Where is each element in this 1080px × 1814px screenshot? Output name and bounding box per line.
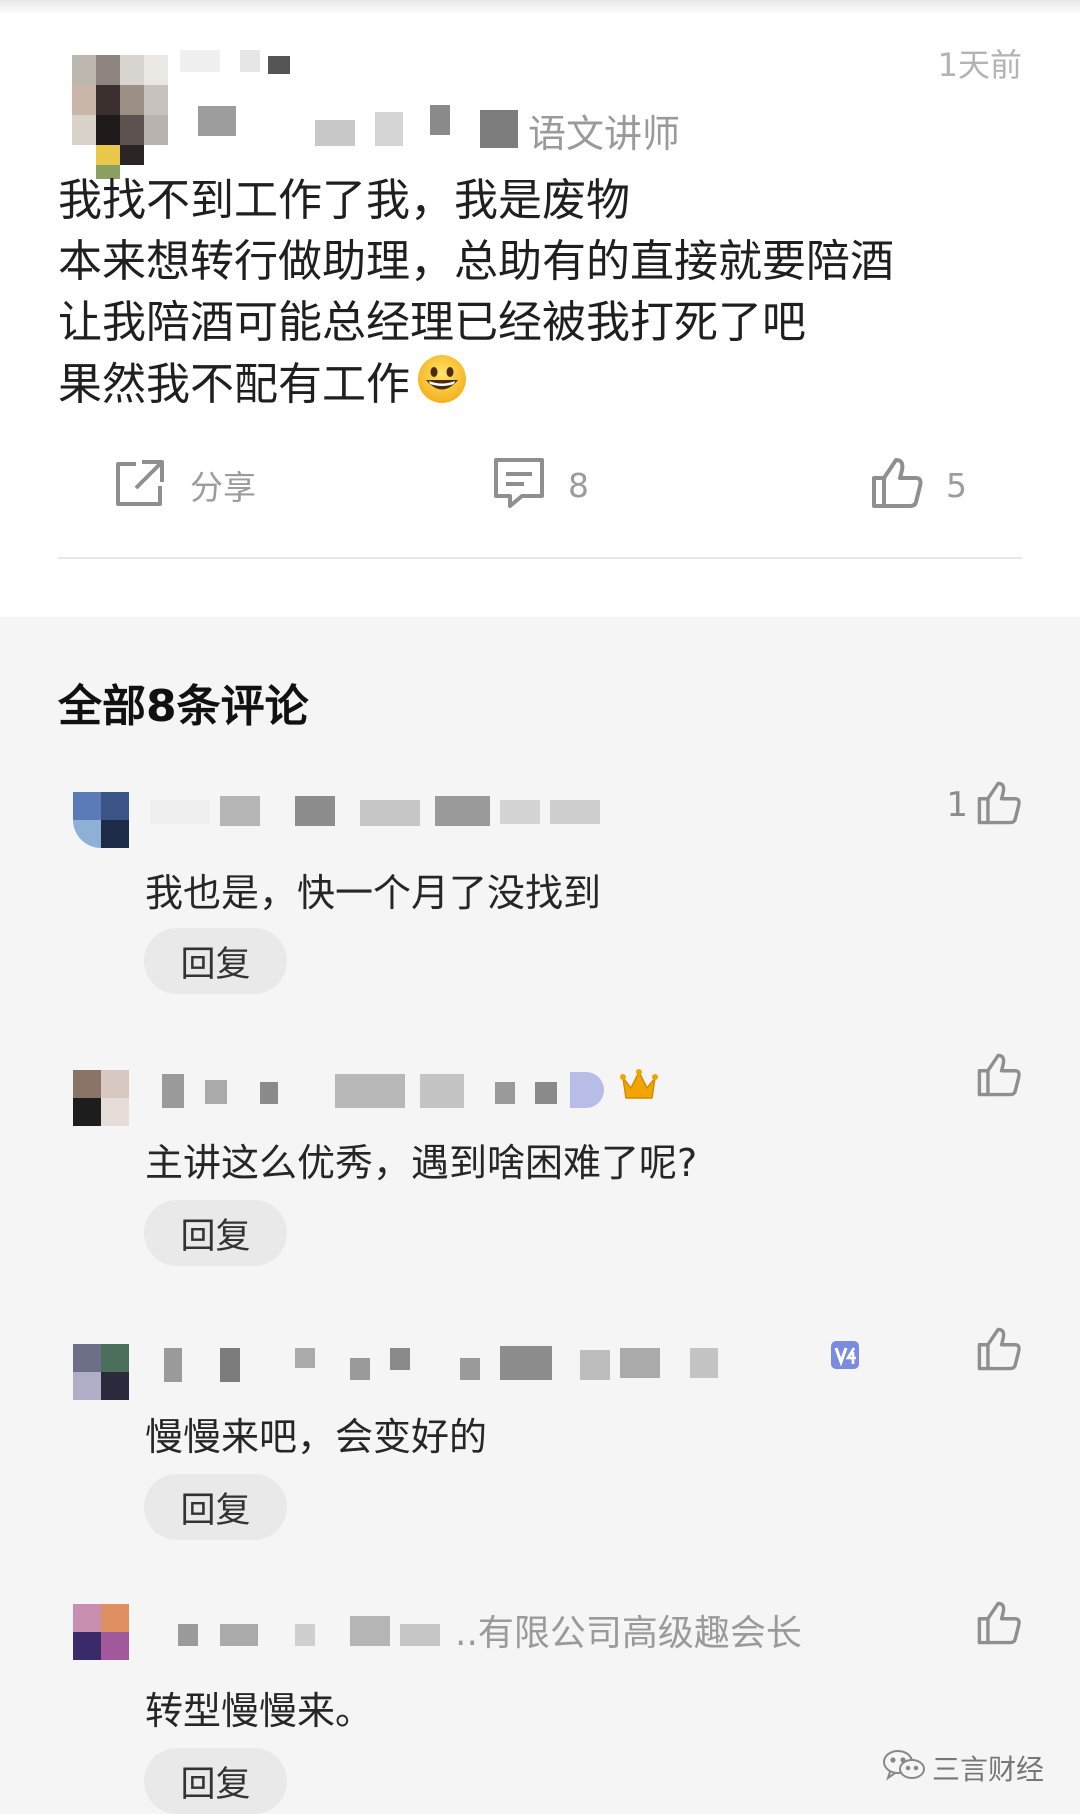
author-avatar[interactable] (72, 55, 168, 179)
comment-avatar-4[interactable] (73, 1604, 129, 1660)
watermark: 三言财经 (882, 1748, 1044, 1788)
comment-author-blurred-4[interactable] (150, 1610, 460, 1650)
thumbs-up-icon (976, 1326, 1022, 1376)
thumbs-up-icon (976, 780, 1022, 830)
comment-author-blurred-2[interactable] (150, 1070, 610, 1110)
comment-author-blurred-3[interactable] (150, 1344, 810, 1384)
comment-like-button-3[interactable] (976, 1326, 1022, 1376)
post-like-button[interactable]: 5 (870, 450, 967, 520)
post-line-4: 果然我不配有工作 (58, 353, 1038, 421)
wechat-icon (882, 1749, 926, 1787)
comment-author-suffix-4: ..有限公司高级趣会长 (455, 1613, 802, 1654)
comment-text-4: 转型慢慢来。 (145, 1689, 374, 1733)
thumbs-up-icon (976, 1052, 1022, 1102)
post-divider (58, 557, 1022, 559)
comment-text-3: 慢慢来吧，会变好的 (145, 1415, 488, 1459)
comment-like-count-1: 1 (946, 785, 968, 825)
comment-count: 8 (568, 465, 589, 505)
comment-like-button-2[interactable] (976, 1052, 1022, 1102)
post-line-3: 让我陪酒可能总经理已经被我打死了吧 (58, 297, 806, 348)
comment-item-3: 慢慢来吧，会变好的 回复 (0, 1326, 1080, 1556)
watermark-text: 三言财经 (931, 1753, 1044, 1786)
comment-avatar-1[interactable] (73, 792, 129, 848)
share-button[interactable]: 分享 (112, 450, 256, 520)
post-time: 1天前 (937, 46, 1022, 84)
comments-heading: 全部8条评论 (58, 681, 309, 732)
comment-like-button-4[interactable] (976, 1600, 1022, 1650)
post-actions: 分享 8 5 (0, 450, 1080, 520)
comment-text-2: 主讲这么优秀，遇到啥困难了呢? (145, 1141, 698, 1185)
author-title: 语文讲师 (528, 112, 681, 156)
top-shadow (0, 0, 1080, 14)
thumbs-up-icon (976, 1600, 1022, 1650)
comment-button[interactable]: 8 (492, 450, 589, 520)
crown-icon (620, 1068, 658, 1106)
post-line-4-text: 果然我不配有工作 (58, 359, 410, 410)
level-4-badge-icon (830, 1340, 860, 1374)
grinning-face-emoji-icon (416, 353, 468, 421)
comment-text-1: 我也是，快一个月了没找到 (145, 871, 602, 915)
post-content: 我找不到工作了我，我是废物 本来想转行做助理，总助有的直接就要陪酒 让我陪酒可能… (58, 170, 1038, 421)
comment-item-1: 1 我也是，快一个月了没找到 回复 (0, 780, 1080, 1010)
author-name-blurred[interactable] (180, 50, 530, 150)
post-line-1: 我找不到工作了我，我是废物 (58, 175, 630, 226)
comment-item-2: 主讲这么优秀，遇到啥困难了呢? 回复 (0, 1052, 1080, 1282)
comment-author-blurred-1[interactable] (150, 792, 610, 832)
reply-button-1[interactable]: 回复 (144, 928, 287, 994)
comment-avatar-2[interactable] (73, 1070, 129, 1126)
post-line-2: 本来想转行做助理，总助有的直接就要陪酒 (58, 236, 894, 287)
comment-like-button-1[interactable]: 1 (946, 780, 1022, 830)
share-icon (112, 456, 168, 514)
post-card: 语文讲师 1天前 我找不到工作了我，我是废物 本来想转行做助理，总助有的直接就要… (0, 0, 1080, 617)
comment-icon (492, 456, 546, 514)
share-label: 分享 (190, 468, 256, 507)
reply-button-4[interactable]: 回复 (144, 1748, 287, 1814)
post-like-count: 5 (946, 465, 967, 505)
reply-button-3[interactable]: 回复 (144, 1474, 287, 1540)
comment-avatar-3[interactable] (73, 1344, 129, 1400)
reply-button-2[interactable]: 回复 (144, 1200, 287, 1266)
thumbs-up-icon (870, 456, 924, 514)
